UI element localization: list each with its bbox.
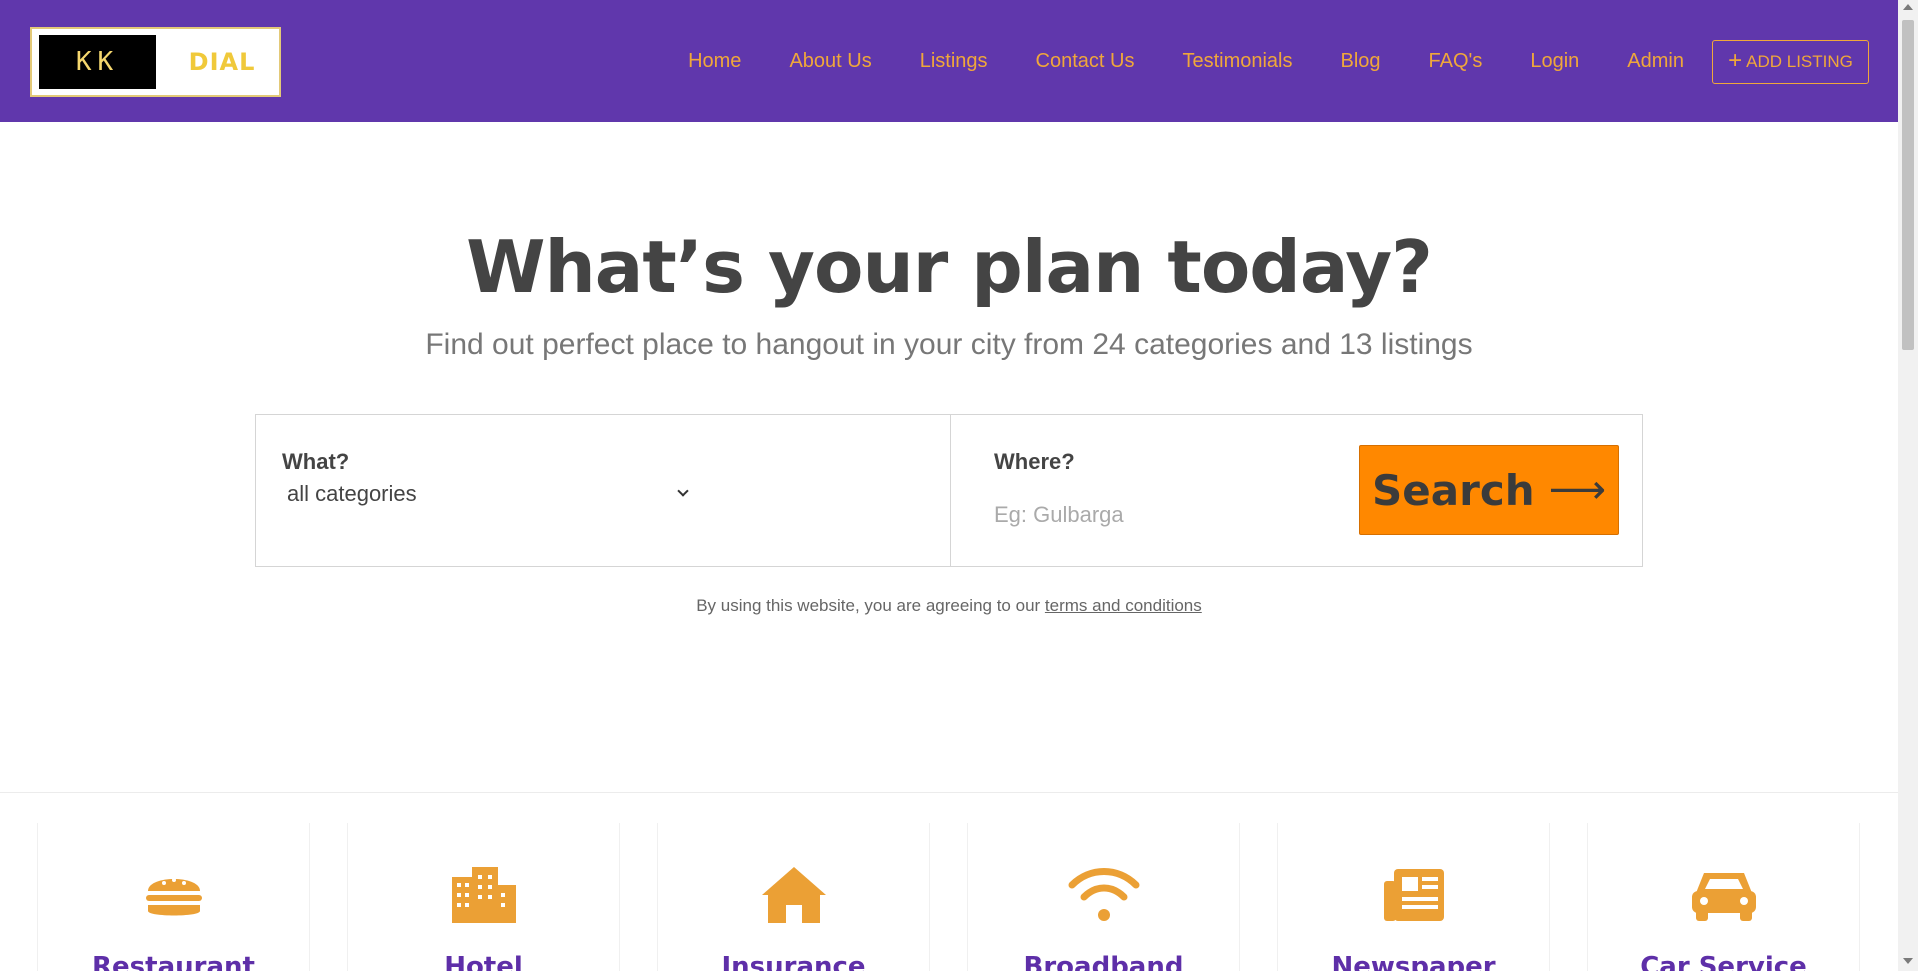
category-card-restaurant[interactable]: Restaurant bbox=[37, 823, 310, 971]
scroll-up-arrow-icon[interactable] bbox=[1903, 4, 1913, 10]
terms-text: By using this website, you are agreeing … bbox=[696, 596, 1045, 615]
search-form: What? all categories Where? Search ⟶ bbox=[255, 414, 1643, 567]
hero-subtitle: Find out perfect place to hangout in you… bbox=[425, 328, 1473, 361]
arrow-right-icon: ⟶ bbox=[1548, 467, 1606, 513]
plus-icon: + bbox=[1728, 46, 1743, 74]
house-icon bbox=[761, 867, 826, 923]
nav-faqs[interactable]: FAQ's bbox=[1429, 50, 1483, 73]
category-label: Broadband Provider bbox=[1023, 952, 1184, 971]
add-listing-button[interactable]: + ADD LISTING bbox=[1712, 40, 1869, 84]
building-icon bbox=[451, 867, 516, 923]
add-listing-label: ADD LISTING bbox=[1746, 52, 1853, 71]
chevron-down-icon bbox=[677, 485, 689, 497]
wifi-icon bbox=[1068, 868, 1139, 921]
nav-listings[interactable]: Listings bbox=[920, 50, 988, 73]
category-label: Hotel bbox=[444, 952, 523, 971]
hero-title: What’s your plan today? bbox=[466, 225, 1433, 309]
logo-mark: KK bbox=[39, 35, 156, 89]
category-select-value: all categories bbox=[287, 481, 417, 506]
terms-notice: By using this website, you are agreeing … bbox=[0, 596, 1898, 616]
nav-blog[interactable]: Blog bbox=[1341, 50, 1381, 73]
logo-wordmark: DIAL bbox=[188, 48, 256, 76]
nav-home[interactable]: Home bbox=[688, 50, 741, 73]
what-label: What? bbox=[282, 449, 350, 474]
nav-contact-us[interactable]: Contact Us bbox=[1036, 50, 1135, 73]
site-logo[interactable]: KK DIAL bbox=[30, 27, 281, 97]
category-label: Car Service bbox=[1640, 952, 1807, 971]
where-input[interactable] bbox=[994, 497, 1334, 533]
burger-icon bbox=[145, 878, 202, 916]
category-card-car-service[interactable]: Car Service bbox=[1587, 823, 1860, 971]
category-card-broadband-provider[interactable]: Broadband Provider bbox=[967, 823, 1240, 971]
page-scrollbar[interactable] bbox=[1898, 0, 1918, 971]
category-label: Restaurant bbox=[92, 952, 255, 971]
where-label: Where? bbox=[994, 449, 1075, 474]
main-nav: Home About Us Listings Contact Us Testim… bbox=[640, 0, 1684, 122]
category-strip: Restaurant Hotel Insurance Company bbox=[0, 792, 1898, 971]
search-button-label: Search bbox=[1372, 465, 1535, 515]
category-card-newspaper-provider[interactable]: Newspaper Provider bbox=[1277, 823, 1550, 971]
scroll-down-arrow-icon[interactable] bbox=[1903, 958, 1913, 964]
category-label: Newspaper Provider bbox=[1331, 952, 1496, 971]
car-icon bbox=[1691, 873, 1756, 921]
scrollbar-thumb[interactable] bbox=[1902, 20, 1914, 350]
category-card-hotel[interactable]: Hotel bbox=[347, 823, 620, 971]
search-button[interactable]: Search ⟶ bbox=[1359, 445, 1619, 535]
nav-about-us[interactable]: About Us bbox=[789, 50, 871, 73]
category-label: Insurance Company bbox=[721, 952, 866, 971]
nav-testimonials[interactable]: Testimonials bbox=[1182, 50, 1292, 73]
category-select[interactable]: all categories bbox=[287, 481, 689, 507]
nav-admin[interactable]: Admin bbox=[1627, 50, 1684, 73]
newspaper-icon bbox=[1383, 869, 1444, 921]
search-divider bbox=[950, 415, 951, 566]
site-header: KK DIAL Home About Us Listings Contact U… bbox=[0, 0, 1898, 122]
nav-login[interactable]: Login bbox=[1530, 50, 1579, 73]
category-card-insurance-company[interactable]: Insurance Company bbox=[657, 823, 930, 971]
terms-link[interactable]: terms and conditions bbox=[1045, 596, 1202, 615]
